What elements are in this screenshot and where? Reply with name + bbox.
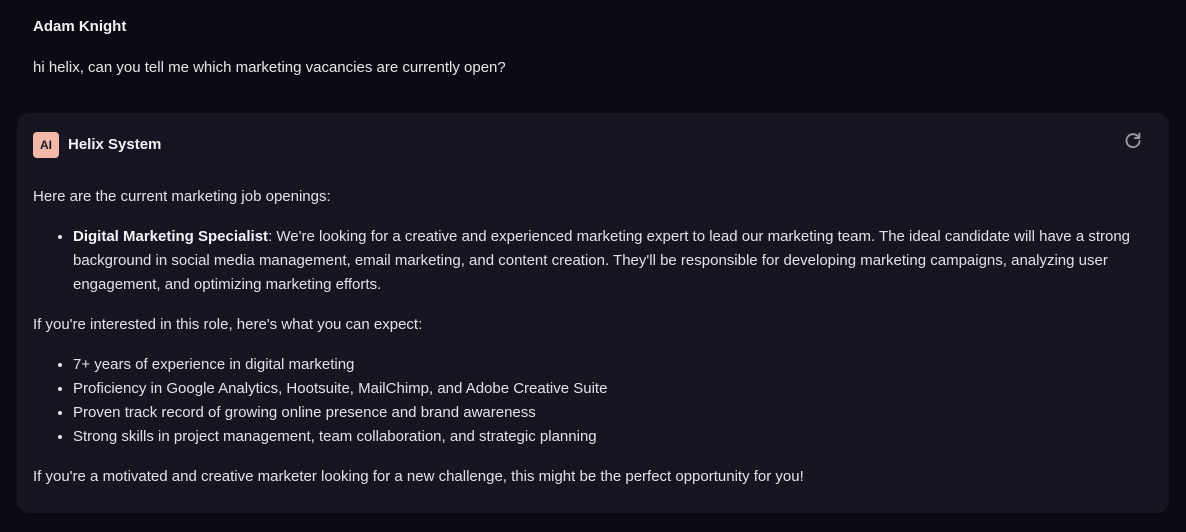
job-title: Digital Marketing Specialist xyxy=(73,228,269,245)
refresh-icon xyxy=(1125,132,1141,149)
list-item: Proven track record of growing online pr… xyxy=(73,401,1138,425)
user-message: Adam Knight hi helix, can you tell me wh… xyxy=(33,17,1153,78)
list-item: Proficiency in Google Analytics, Hootsui… xyxy=(73,377,1138,401)
list-item: Digital Marketing Specialist: We're look… xyxy=(73,225,1138,297)
ai-author-name: Helix System xyxy=(68,136,162,153)
ai-message-body: Here are the current marketing job openi… xyxy=(33,185,1138,489)
ai-avatar: AI xyxy=(33,132,59,158)
ai-message-header: AI Helix System xyxy=(33,132,162,158)
ai-intro-text: Here are the current marketing job openi… xyxy=(33,188,331,205)
ai-closing-text: If you're a motivated and creative marke… xyxy=(33,468,804,485)
requirements-list: 7+ years of experience in digital market… xyxy=(33,353,1138,449)
user-author-name: Adam Knight xyxy=(33,18,127,35)
ai-message-card: AI Helix System Here are the current mar… xyxy=(17,113,1169,513)
list-item: Strong skills in project management, tea… xyxy=(73,425,1138,449)
job-openings-list: Digital Marketing Specialist: We're look… xyxy=(33,225,1138,297)
list-item: 7+ years of experience in digital market… xyxy=(73,353,1138,377)
regenerate-button[interactable] xyxy=(1123,131,1143,151)
user-message-text: hi helix, can you tell me which marketin… xyxy=(33,59,506,76)
ai-expect-text: If you're interested in this role, here'… xyxy=(33,316,423,333)
